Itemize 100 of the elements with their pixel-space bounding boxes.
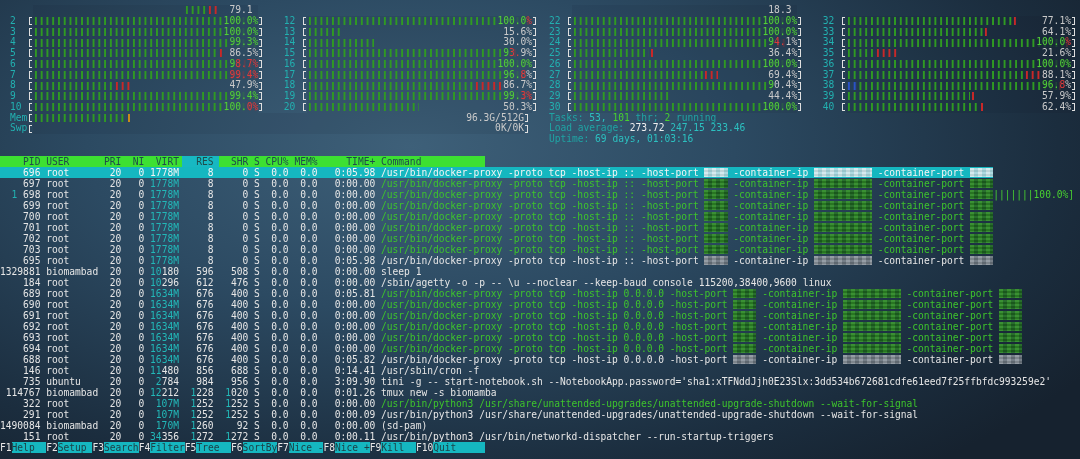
table-cell-text: 0.0 bbox=[299, 287, 318, 299]
function-key-button[interactable]: Help bbox=[11, 441, 47, 453]
table-cell-text: 20 bbox=[108, 276, 122, 288]
table-cell-text: 0:00.00 bbox=[333, 232, 376, 244]
column-header[interactable]: NI bbox=[127, 155, 145, 167]
table-cell-text: 0 bbox=[137, 177, 145, 189]
column-header[interactable]: SHR bbox=[219, 155, 249, 167]
table-cell-text: 0.0 bbox=[299, 210, 318, 222]
process-row[interactable]: 688 root 20 0 1634M 676 400 S 0.0 0.0 0:05.82 /usr/bin/docker-proxy -proto tcp -host-ip 0.0.0.0 -host-port -container-ip -container-port bbox=[0, 353, 1023, 365]
cpu-label: 38 bbox=[822, 80, 836, 91]
process-row[interactable]: 689 root 20 0 1634M 676 400 S 0.0 0.0 0:05.81 /usr/bin/docker-proxy -proto tcp -host-ip 0.0.0.0 -host-port -container-ip -container-port bbox=[0, 287, 1023, 299]
memory-usage-value: 96.3G/512G bbox=[466, 112, 524, 123]
table-cell-text: 0:00.00 bbox=[333, 320, 376, 332]
command-text: -container-ip bbox=[762, 309, 838, 321]
table-cell-text: 20 bbox=[108, 386, 122, 398]
process-row[interactable]: 694 root 20 0 1634M 676 400 S 0.0 0.0 0:00.00 /usr/bin/docker-proxy -proto tcp -host-ip 0.0.0.0 -host-port -container-ip -container-port bbox=[0, 342, 1023, 354]
command-text: /usr/bin/docker-proxy -proto tcp -host-ip :: -host-port bbox=[380, 188, 699, 200]
column-header[interactable]: TIME+ bbox=[323, 155, 376, 167]
column-header[interactable]: VIRT bbox=[150, 155, 179, 167]
table-cell-text: 0 bbox=[241, 210, 249, 222]
process-row[interactable]: 291 root 20 0 107M 1252 1252 S 0.0 0.0 0:00.09 /usr/bin/python3 /usr/share/unattended-upgrades/unattended-upgrade-shutdown --wait-for-signal bbox=[0, 408, 919, 420]
function-key-button[interactable]: Kill bbox=[381, 441, 416, 453]
table-cell-text: 400 bbox=[229, 287, 249, 299]
process-row[interactable]: 1490084 biomambad 20 0 170M 1260 92 S 0.0 0.0 0:00.00 (sd-pam) bbox=[0, 419, 428, 431]
function-key-button[interactable]: Nice + bbox=[335, 441, 370, 453]
column-header[interactable]: CPU% bbox=[265, 155, 289, 167]
table-cell-text: root bbox=[46, 430, 71, 442]
process-row[interactable]: 1329881 biomambad 20 0 10180 596 508 S 0.0 0.0 0:00.00 sleep 1 bbox=[0, 265, 422, 277]
table-cell-text: 20 bbox=[108, 188, 122, 200]
column-header[interactable]: Command bbox=[381, 155, 422, 167]
function-key-button[interactable]: Filter bbox=[150, 441, 185, 453]
cpu-usage-value: 100.0% bbox=[762, 58, 798, 70]
process-row[interactable]: 695 root 20 0 1778M 8 0 S 0.0 0.0 0:05.98 /usr/bin/docker-proxy -proto tcp -host-ip :: -host-port -container-ip -container-port bbox=[0, 254, 994, 266]
function-key-button[interactable]: SortBy bbox=[242, 441, 278, 453]
process-row[interactable]: 1 698 root 20 0 1778M 8 0 S 0.0 0.0 0:00.00 /usr/bin/docker-proxy -proto tcp -host-ip :: -host-port -container-ip -container-port |||||||100.0%] bbox=[0, 188, 1075, 200]
command-text: -container-port bbox=[877, 188, 965, 200]
table-cell-text: 703 bbox=[22, 243, 41, 255]
process-row[interactable]: 702 root 20 0 1778M 8 0 S 0.0 0.0 0:00.00 /usr/bin/docker-proxy -proto tcp -host-ip :: -host-port -container-ip -container-port bbox=[0, 232, 994, 244]
cpu-label: 4 bbox=[10, 37, 17, 48]
cpu-usage-value: 96.8% bbox=[1042, 80, 1071, 91]
process-row[interactable]: 701 root 20 0 1778M 8 0 S 0.0 0.0 0:00.00 /usr/bin/docker-proxy -proto tcp -host-ip :: -host-port -container-ip -container-port bbox=[0, 221, 994, 233]
table-cell: S bbox=[254, 408, 260, 420]
column-header[interactable]: PRI bbox=[103, 155, 122, 167]
column-header[interactable]: USER bbox=[46, 155, 99, 167]
process-row[interactable]: 699 root 20 0 1778M 8 0 S 0.0 0.0 0:00.00 /usr/bin/docker-proxy -proto tcp -host-ip :: -host-port -container-ip -container-port bbox=[0, 199, 994, 211]
process-row[interactable]: 690 root 20 0 1634M 676 400 S 0.0 0.0 0:00.00 /usr/bin/docker-proxy -proto tcp -host-ip 0.0.0.0 -host-port -container-ip -container-port bbox=[0, 298, 1023, 310]
table-cell-text: 692 bbox=[22, 320, 41, 332]
table-cell: 11480 bbox=[150, 364, 179, 376]
process-row[interactable]: 184 root 20 0 10296 612 476 S 0.0 0.0 0:00.00 /sbin/agetty -o -p -- \u --noclear --keep-baud console 115200,38400,9600 linux bbox=[0, 276, 832, 288]
table-cell-text: root bbox=[46, 210, 71, 222]
table-cell-text: 0 bbox=[241, 199, 249, 211]
process-row[interactable]: 697 root 20 0 1778M 8 0 S 0.0 0.0 0:00.00 /usr/bin/docker-proxy -proto tcp -host-ip :: -host-port -container-ip -container-port bbox=[0, 177, 994, 189]
command-text: /usr/bin/docker-proxy -proto tcp -host-ip 0.0.0.0 -host-port bbox=[381, 287, 728, 299]
function-key-button[interactable]: Setup bbox=[57, 441, 93, 453]
table-cell-text: 20 bbox=[108, 320, 122, 332]
process-row[interactable]: 151 root 20 0 34356 1272 1272 S 0.0 0.0 0:00.11 /usr/bin/python3 /usr/bin/networkd-dispatcher --run-startup-triggers bbox=[0, 430, 774, 442]
table-cell-text: 690 bbox=[22, 298, 41, 310]
table-cell: S bbox=[254, 320, 260, 332]
process-row[interactable]: 735 ubuntu 20 0 2784 984 956 S 0.0 0.0 3:09.90 tini -g -- start-notebook.sh --NotebookApp.password='sha1:xTFNddJjh0E23Slx:3dd534b672681cdfe61eed7f25ffbfdc993259e2' bbox=[0, 375, 1051, 387]
process-row[interactable]: 692 root 20 0 1634M 676 400 S 0.0 0.0 0:00.00 /usr/bin/docker-proxy -proto tcp -host-ip 0.0.0.0 -host-port -container-ip -container-port bbox=[0, 320, 1023, 332]
table-cell: S bbox=[254, 199, 260, 211]
table-cell-text: 699 bbox=[22, 199, 41, 211]
process-row[interactable]: 114767 biomambad 20 0 12212 1228 1020 S 0.0 0.0 0:01.26 tmux new -s biomamba bbox=[0, 386, 497, 398]
cpu-usage-value: 94.1% bbox=[768, 37, 798, 48]
process-row[interactable]: 700 root 20 0 1778M 8 0 S 0.0 0.0 0:00.00 /usr/bin/docker-proxy -proto tcp -host-ip :: -host-port -container-ip -container-port bbox=[0, 210, 994, 222]
swap-usage-value: 0K/0K bbox=[495, 123, 524, 134]
table-cell-text: 0.0 bbox=[270, 243, 289, 255]
process-row[interactable]: 703 root 20 0 1778M 8 0 S 0.0 0.0 0:00.00 /usr/bin/docker-proxy -proto tcp -host-ip :: -host-port -container-ip -container-port bbox=[0, 243, 994, 255]
column-header[interactable]: RES bbox=[181, 155, 220, 167]
key-hint: F1 bbox=[0, 441, 12, 453]
process-row[interactable]: 322 root 20 0 107M 1252 1252 S 0.0 0.0 0:00.00 /usr/bin/python3 /usr/share/unattended-upgrades/unattended-upgrade-shutdown --wait-for-signal bbox=[0, 397, 919, 409]
cpu-label: 2 bbox=[10, 15, 17, 27]
cpu-usage-value: 86.7% bbox=[503, 80, 533, 91]
table-cell-text: 8 bbox=[206, 254, 214, 266]
table-cell-text: 0.0 bbox=[299, 419, 318, 431]
column-header[interactable]: S bbox=[254, 155, 260, 167]
process-row[interactable]: 146 root 20 0 11480 856 688 S 0.0 0.0 0:14.41 /usr/sbin/cron -f bbox=[0, 364, 480, 376]
table-cell-text: 0 bbox=[137, 397, 145, 409]
function-key-button[interactable]: Tree bbox=[196, 441, 232, 453]
table-cell-text: 0 bbox=[137, 298, 145, 310]
process-row[interactable]: 693 root 20 0 1634M 676 400 S 0.0 0.0 0:00.00 /usr/bin/docker-proxy -proto tcp -host-ip 0.0.0.0 -host-port -container-ip -container-port bbox=[0, 331, 1023, 343]
function-key-button[interactable]: Quit bbox=[433, 441, 486, 453]
table-cell-text: root bbox=[46, 353, 71, 365]
command-text: -container-ip bbox=[733, 188, 809, 200]
table-cell-text: 0.0 bbox=[299, 276, 318, 288]
cpu-label: 6 bbox=[10, 58, 17, 70]
table-cell-text: 508 bbox=[229, 265, 249, 277]
command-text: -container-port bbox=[877, 177, 965, 189]
table-cell-text: 0.0 bbox=[299, 221, 318, 233]
command-text: -container-ip bbox=[762, 287, 838, 299]
command-text: /usr/bin/docker-proxy -proto tcp -host-ip 0.0.0.0 -host-port bbox=[381, 331, 728, 343]
table-cell-text: 107M bbox=[154, 408, 179, 420]
table-cell: S bbox=[254, 287, 260, 299]
column-header[interactable]: PID bbox=[0, 155, 41, 167]
process-row[interactable]: 691 root 20 0 1634M 676 400 S 0.0 0.0 0:00.00 /usr/bin/docker-proxy -proto tcp -host-ip 0.0.0.0 -host-port -container-ip -container-port bbox=[0, 309, 1023, 321]
column-header[interactable]: MEM% bbox=[294, 155, 318, 167]
table-cell-text: 8 bbox=[206, 188, 214, 200]
cpu-label: 8 bbox=[10, 80, 17, 91]
table-cell: S bbox=[254, 243, 260, 255]
function-key-button[interactable]: Nice - bbox=[288, 441, 324, 453]
